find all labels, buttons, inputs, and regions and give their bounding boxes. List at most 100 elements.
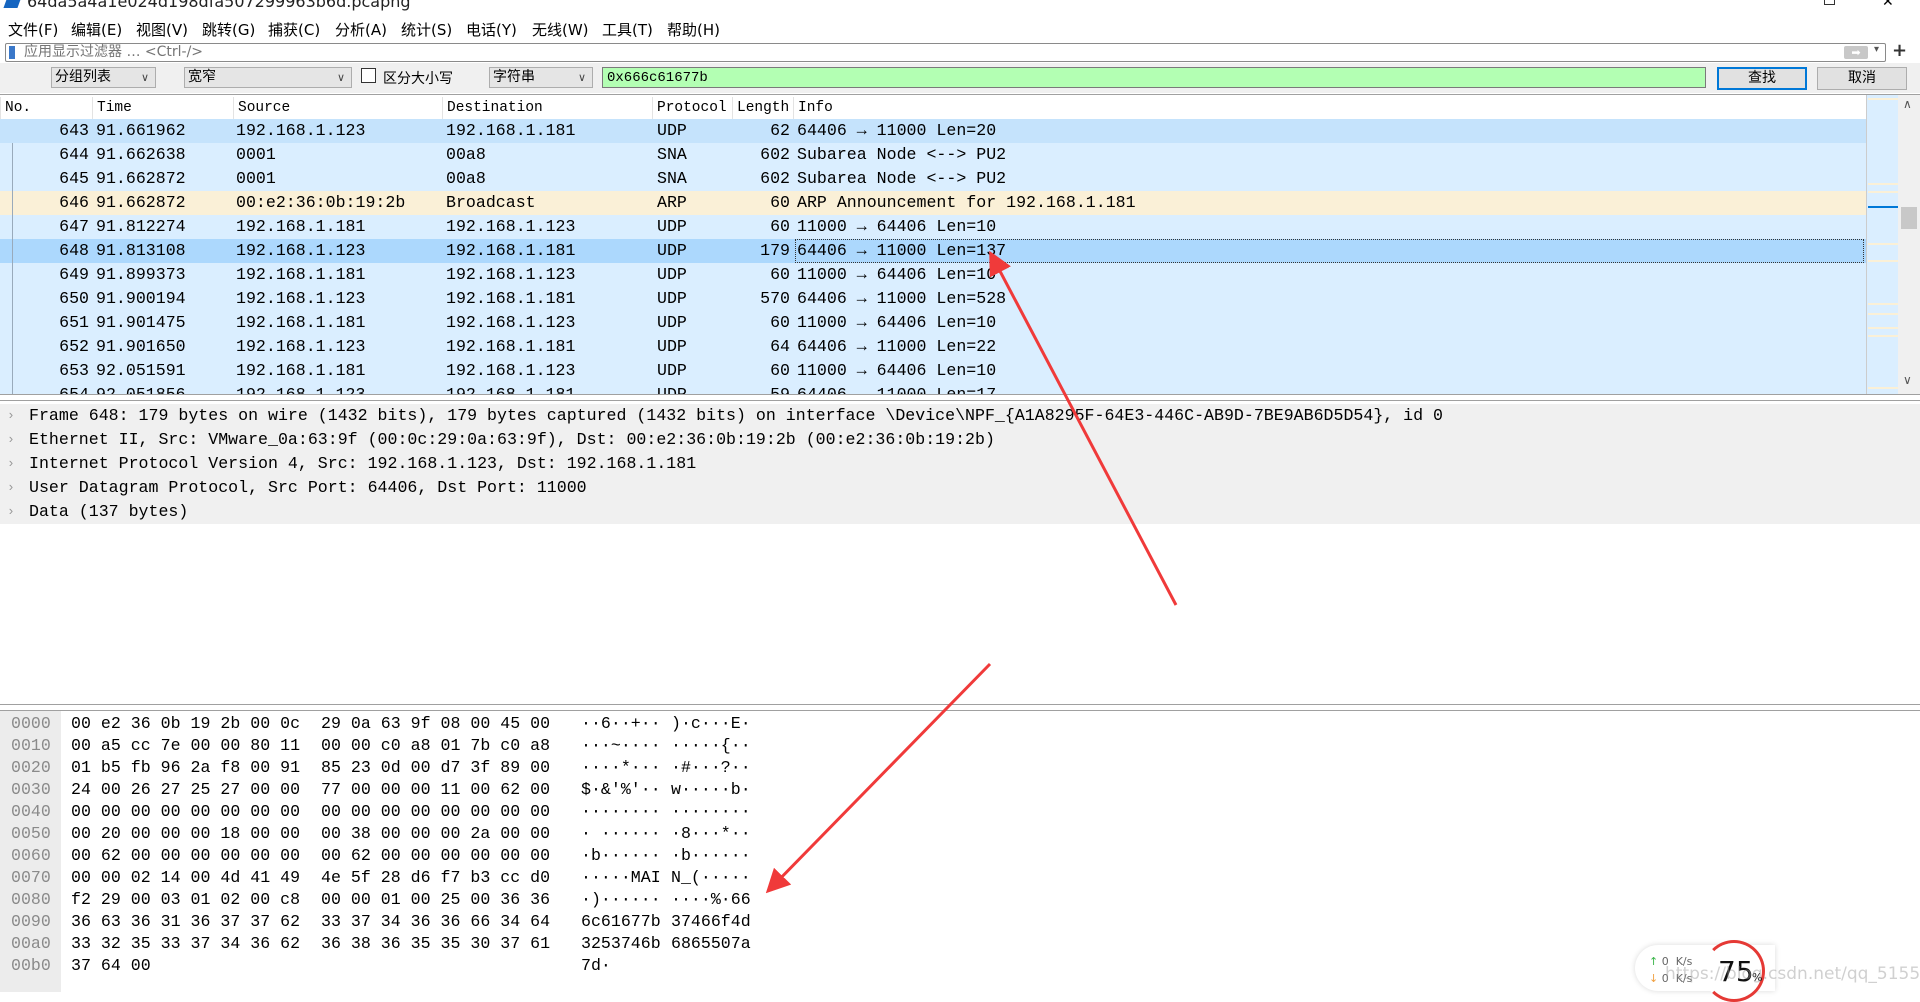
hex-asc2: ·b······	[671, 846, 751, 865]
hex-asc1: ········	[581, 802, 661, 821]
packet-len: 179	[760, 241, 790, 260]
display-filter-input[interactable]	[24, 43, 1804, 61]
packet-row[interactable]: 652 91.901650 192.168.1.123 192.168.1.181 UD…	[0, 335, 1866, 359]
packet-no: 644	[59, 145, 89, 164]
scroll-down-icon[interactable]: ∨	[1903, 373, 1912, 387]
expand-chevron-icon[interactable]: ›	[7, 428, 15, 452]
packet-row[interactable]: 647 91.812274 192.168.1.181 192.168.1.123 UD…	[0, 215, 1866, 239]
packet-row[interactable]: 646 91.662872 00:e2:36:0b:19:2b Broadcast AR…	[0, 191, 1866, 215]
scrollbar-thumb[interactable]	[1901, 207, 1917, 229]
packet-proto: SNA	[657, 145, 687, 164]
packet-row[interactable]: 654 92.051856 192.168.1.123 192.168.1.181 UD…	[0, 383, 1866, 394]
expand-chevron-icon[interactable]: ›	[7, 452, 15, 476]
packet-len: 60	[770, 265, 790, 284]
apply-filter-arrow-icon[interactable]: ➡	[1844, 46, 1868, 59]
packet-info: Subarea Node <--> PU2	[797, 169, 1007, 188]
detail-tree-item[interactable]: › Frame 648: 179 bytes on wire (1432 bits…	[0, 404, 1920, 428]
column-header[interactable]: Length	[732, 97, 793, 119]
menu-item[interactable]: 统计(S)	[401, 19, 452, 40]
related-packet-indicator	[12, 215, 13, 239]
hex-asc2: 6865507a	[671, 934, 751, 953]
hex-hex2: 33 37 34 36 36 66 34 64	[321, 912, 551, 931]
packet-src: 192.168.1.123	[236, 241, 366, 260]
packet-row[interactable]: 650 91.900194 192.168.1.123 192.168.1.181 UD…	[0, 287, 1866, 311]
char-width-select[interactable]: 宽窄 ∨	[184, 67, 352, 88]
packet-dst: 192.168.1.181	[446, 121, 576, 140]
packet-minimap[interactable]	[1866, 95, 1898, 394]
hex-asc2: w·····b·	[671, 780, 751, 799]
menu-item[interactable]: 捕获(C)	[268, 19, 320, 40]
menu-item[interactable]: 无线(W)	[532, 19, 589, 40]
detail-tree-item[interactable]: › User Datagram Protocol, Src Port: 64406…	[0, 476, 1920, 500]
bookmark-icon[interactable]	[9, 46, 15, 59]
packet-time: 91.900194	[96, 289, 186, 308]
detail-tree-item[interactable]: › Internet Protocol Version 4, Src: 192.1…	[0, 452, 1920, 476]
packet-no: 652	[59, 337, 89, 356]
hex-row: 00b0 37 64 00 7d·	[0, 955, 1920, 977]
column-header[interactable]: Info	[793, 97, 1866, 119]
packet-dst: 192.168.1.123	[446, 313, 576, 332]
packet-len: 60	[770, 361, 790, 380]
column-header[interactable]: Time	[92, 97, 233, 119]
packet-row[interactable]: 651 91.901475 192.168.1.181 192.168.1.123 UD…	[0, 311, 1866, 335]
menu-item[interactable]: 分析(A)	[335, 19, 387, 40]
packet-list-scrollbar[interactable]: ∧ ∨	[1898, 95, 1920, 394]
filter-history-dropdown-icon[interactable]: ▾	[1874, 44, 1879, 55]
packet-no: 650	[59, 289, 89, 308]
search-scope-select[interactable]: 分组列表 ∨	[51, 67, 156, 88]
menu-item[interactable]: 编辑(E)	[71, 19, 122, 40]
column-header[interactable]: Destination	[442, 97, 652, 119]
expand-chevron-icon[interactable]: ›	[7, 500, 15, 524]
packet-len: 64	[770, 337, 790, 356]
menu-item[interactable]: 文件(F)	[8, 19, 58, 40]
add-filter-button-plus-icon[interactable]: +	[1892, 40, 1907, 61]
packet-row[interactable]: 645 91.662872 0001 00a8 SNA 602 Subarea Node <…	[0, 167, 1866, 191]
column-header[interactable]: Source	[233, 97, 442, 119]
column-header[interactable]: Protocol	[652, 97, 732, 119]
packet-bytes-pane: 0000 00 e2 36 0b 19 2b 00 0c 29 0a 63 9f 0…	[0, 710, 1920, 992]
hex-hex1: 00 20 00 00 00 18 00 00	[71, 824, 301, 843]
packet-row[interactable]: 653 92.051591 192.168.1.181 192.168.1.123 UD…	[0, 359, 1866, 383]
menu-item[interactable]: 帮助(H)	[667, 19, 720, 40]
find-button[interactable]: 查找	[1717, 67, 1807, 90]
expand-chevron-icon[interactable]: ›	[7, 476, 15, 500]
detail-text: Internet Protocol Version 4, Src: 192.16…	[29, 454, 697, 473]
packet-no: 645	[59, 169, 89, 188]
detail-tree-item[interactable]: › Ethernet II, Src: VMware_0a:63:9f (00:0…	[0, 428, 1920, 452]
packet-time: 91.662872	[96, 169, 186, 188]
hex-hex1: 00 62 00 00 00 00 00 00	[71, 846, 301, 865]
case-sensitive-checkbox[interactable]	[361, 68, 376, 83]
expand-chevron-icon[interactable]: ›	[7, 404, 15, 428]
packet-row[interactable]: 648 91.813108 192.168.1.123 192.168.1.181 UD…	[0, 239, 1866, 263]
cancel-button[interactable]: 取消	[1817, 67, 1907, 90]
hex-row: 0000 00 e2 36 0b 19 2b 00 0c 29 0a 63 9f 0…	[0, 713, 1920, 735]
hex-asc1: 6c61677b	[581, 912, 661, 931]
restore-window-icon[interactable]	[1824, 0, 1835, 5]
close-window-icon[interactable]: ✕	[1882, 0, 1894, 10]
packet-info: 64406 → 11000 Len=20	[797, 121, 997, 140]
menu-item[interactable]: 工具(T)	[602, 19, 653, 40]
menu-item[interactable]: 跳转(G)	[202, 19, 255, 40]
packet-row[interactable]: 643 91.661962 192.168.1.123 192.168.1.181 UD…	[0, 119, 1866, 143]
column-header[interactable]: No.	[0, 97, 92, 119]
hex-offset: 0090	[11, 912, 51, 931]
hex-asc1: ···~····	[581, 736, 661, 755]
packet-dst: 192.168.1.123	[446, 361, 576, 380]
detail-text: Data (137 bytes)	[29, 502, 189, 521]
packet-no: 648	[59, 241, 89, 260]
find-string-input[interactable]	[602, 67, 1706, 88]
scroll-up-icon[interactable]: ∧	[1903, 97, 1912, 111]
hex-asc1: ·)······	[581, 890, 661, 909]
packet-dst: 00a8	[446, 169, 486, 188]
hex-asc2: ····%·66	[671, 890, 751, 909]
menu-item[interactable]: 视图(V)	[136, 19, 188, 40]
packet-row[interactable]: 649 91.899373 192.168.1.181 192.168.1.123 UD…	[0, 263, 1866, 287]
packet-row[interactable]: 644 91.662638 0001 00a8 SNA 602 Subarea Node <…	[0, 143, 1866, 167]
hex-hex2: 29 0a 63 9f 08 00 45 00	[321, 714, 551, 733]
title-bar: 64da5a4a1e024d198dfa507299963b6d.pcapng …	[0, 0, 1920, 14]
hex-hex2: 00 62 00 00 00 00 00 00	[321, 846, 551, 865]
detail-tree-item[interactable]: › Data (137 bytes)	[0, 500, 1920, 524]
menu-item[interactable]: 电话(Y)	[466, 19, 517, 40]
search-type-select[interactable]: 字符串 ∨	[489, 67, 593, 88]
detail-text: Ethernet II, Src: VMware_0a:63:9f (00:0c…	[29, 430, 995, 449]
